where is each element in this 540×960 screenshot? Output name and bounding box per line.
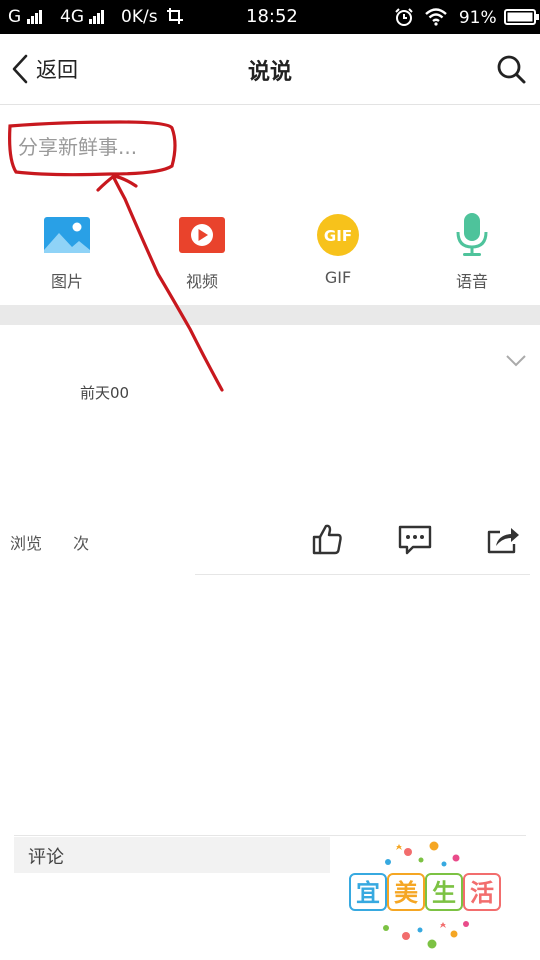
media-option-label: 图片 [50,272,83,291]
network-label: 4G [60,7,84,27]
annotation-arrowhead [96,174,138,192]
search-icon[interactable] [494,52,528,86]
signal-bars-icon [89,9,105,29]
divider [195,574,530,575]
chevron-down-icon[interactable] [504,350,528,370]
signal-bars-icon [26,9,43,29]
section-divider [0,305,540,325]
svg-text:活: 活 [470,879,494,907]
speed-indicator: 0K/s [121,7,184,27]
carrier-label: G [8,7,22,27]
media-option-label: GIF [324,268,352,287]
svg-text:宜: 宜 [356,879,380,907]
status-icons: 91% [394,7,540,28]
network-speed: 0K/s [121,7,158,27]
like-icon[interactable] [310,522,344,556]
gif-icon: GIF [315,214,361,256]
battery-icon [504,9,540,25]
nav-bar: 返回 说说 [0,34,540,105]
signal-indicator: G [8,7,43,29]
screenshot-icon [166,8,183,24]
watermark-logo: 宜 美 生 活 [349,841,501,949]
network-indicator: 4G [60,7,105,29]
media-option-label: 视频 [185,272,218,291]
share-input[interactable] [18,130,318,164]
svg-text:生: 生 [432,879,456,907]
wifi-icon [425,8,448,26]
watermark-text: 宜 美 生 活 [349,873,501,911]
comment-icon[interactable] [398,522,432,556]
status-bar: G 4G 0K/s 18:52 91% [0,0,540,34]
media-option-video[interactable]: 视频 [152,215,252,292]
comment-label[interactable]: 评论 [28,843,64,869]
media-option-image[interactable]: 图片 [17,215,117,292]
battery-percent: 91% [458,8,497,28]
clock: 18:52 [246,6,298,27]
post-time: 前天00 [80,384,130,402]
image-icon [44,215,90,255]
media-option-gif[interactable]: GIF GIF [288,214,388,287]
page-title: 说说 [247,60,292,85]
video-icon [179,215,225,255]
svg-text:美: 美 [394,879,418,907]
svg-text:GIF: GIF [324,227,352,245]
media-option-label: 语音 [455,272,488,291]
media-option-voice[interactable]: 语音 [422,213,522,292]
view-count: 浏览 次 [10,534,90,553]
alarm-icon [395,8,413,26]
microphone-icon [449,213,495,256]
share-icon[interactable] [486,522,520,556]
